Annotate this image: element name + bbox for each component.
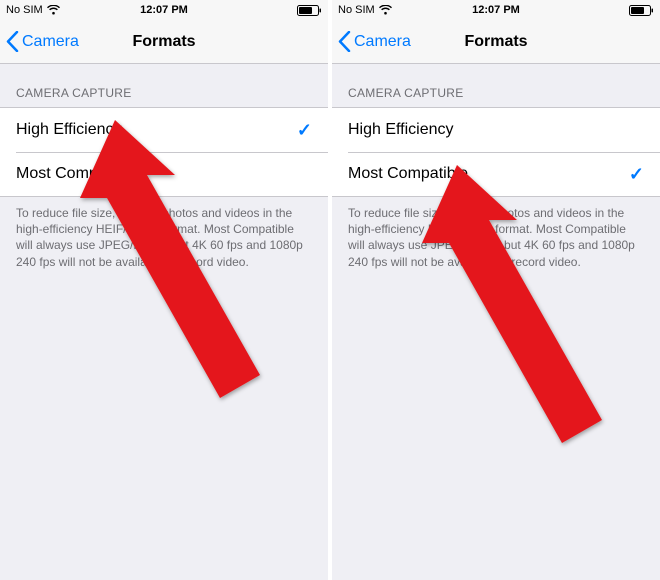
- chevron-left-icon: [6, 31, 19, 52]
- option-most-compatible[interactable]: Most Compatible ✓: [332, 152, 660, 196]
- checkmark-icon: ✓: [629, 164, 644, 185]
- section-header: CAMERA CAPTURE: [0, 64, 328, 107]
- carrier-text: No SIM: [6, 4, 43, 16]
- option-label: High Efficiency: [348, 121, 454, 139]
- phone-right: No SIM 12:07 PM Camera Formats CAMERA CA…: [332, 0, 660, 580]
- back-label: Camera: [354, 33, 411, 51]
- checkmark-icon: ✓: [297, 120, 312, 141]
- option-high-efficiency[interactable]: High Efficiency: [332, 108, 660, 152]
- content: CAMERA CAPTURE High Efficiency Most Comp…: [332, 64, 660, 580]
- carrier-text: No SIM: [338, 4, 375, 16]
- phone-left: No SIM 12:07 PM Camera Formats CAMERA CA…: [0, 0, 328, 580]
- battery-icon: [297, 5, 322, 16]
- status-bar: No SIM 12:07 PM: [332, 0, 660, 20]
- option-most-compatible[interactable]: Most Compatible: [0, 152, 328, 196]
- wifi-icon: [47, 5, 60, 15]
- wifi-icon: [379, 5, 392, 15]
- status-bar: No SIM 12:07 PM: [0, 0, 328, 20]
- back-button[interactable]: Camera: [0, 31, 79, 52]
- nav-bar: Camera Formats: [0, 20, 328, 64]
- option-label: Most Compatible: [348, 165, 468, 183]
- option-high-efficiency[interactable]: High Efficiency ✓: [0, 108, 328, 152]
- section-footer: To reduce file size, capture photos and …: [332, 197, 660, 270]
- battery-icon: [629, 5, 654, 16]
- section-header: CAMERA CAPTURE: [332, 64, 660, 107]
- back-button[interactable]: Camera: [332, 31, 411, 52]
- chevron-left-icon: [338, 31, 351, 52]
- option-label: High Efficiency: [16, 121, 122, 139]
- option-label: Most Compatible: [16, 165, 136, 183]
- nav-bar: Camera Formats: [332, 20, 660, 64]
- section-footer: To reduce file size, capture photos and …: [0, 197, 328, 270]
- content: CAMERA CAPTURE High Efficiency ✓ Most Co…: [0, 64, 328, 580]
- options-group: High Efficiency ✓ Most Compatible: [0, 107, 328, 197]
- back-label: Camera: [22, 33, 79, 51]
- options-group: High Efficiency Most Compatible ✓: [332, 107, 660, 197]
